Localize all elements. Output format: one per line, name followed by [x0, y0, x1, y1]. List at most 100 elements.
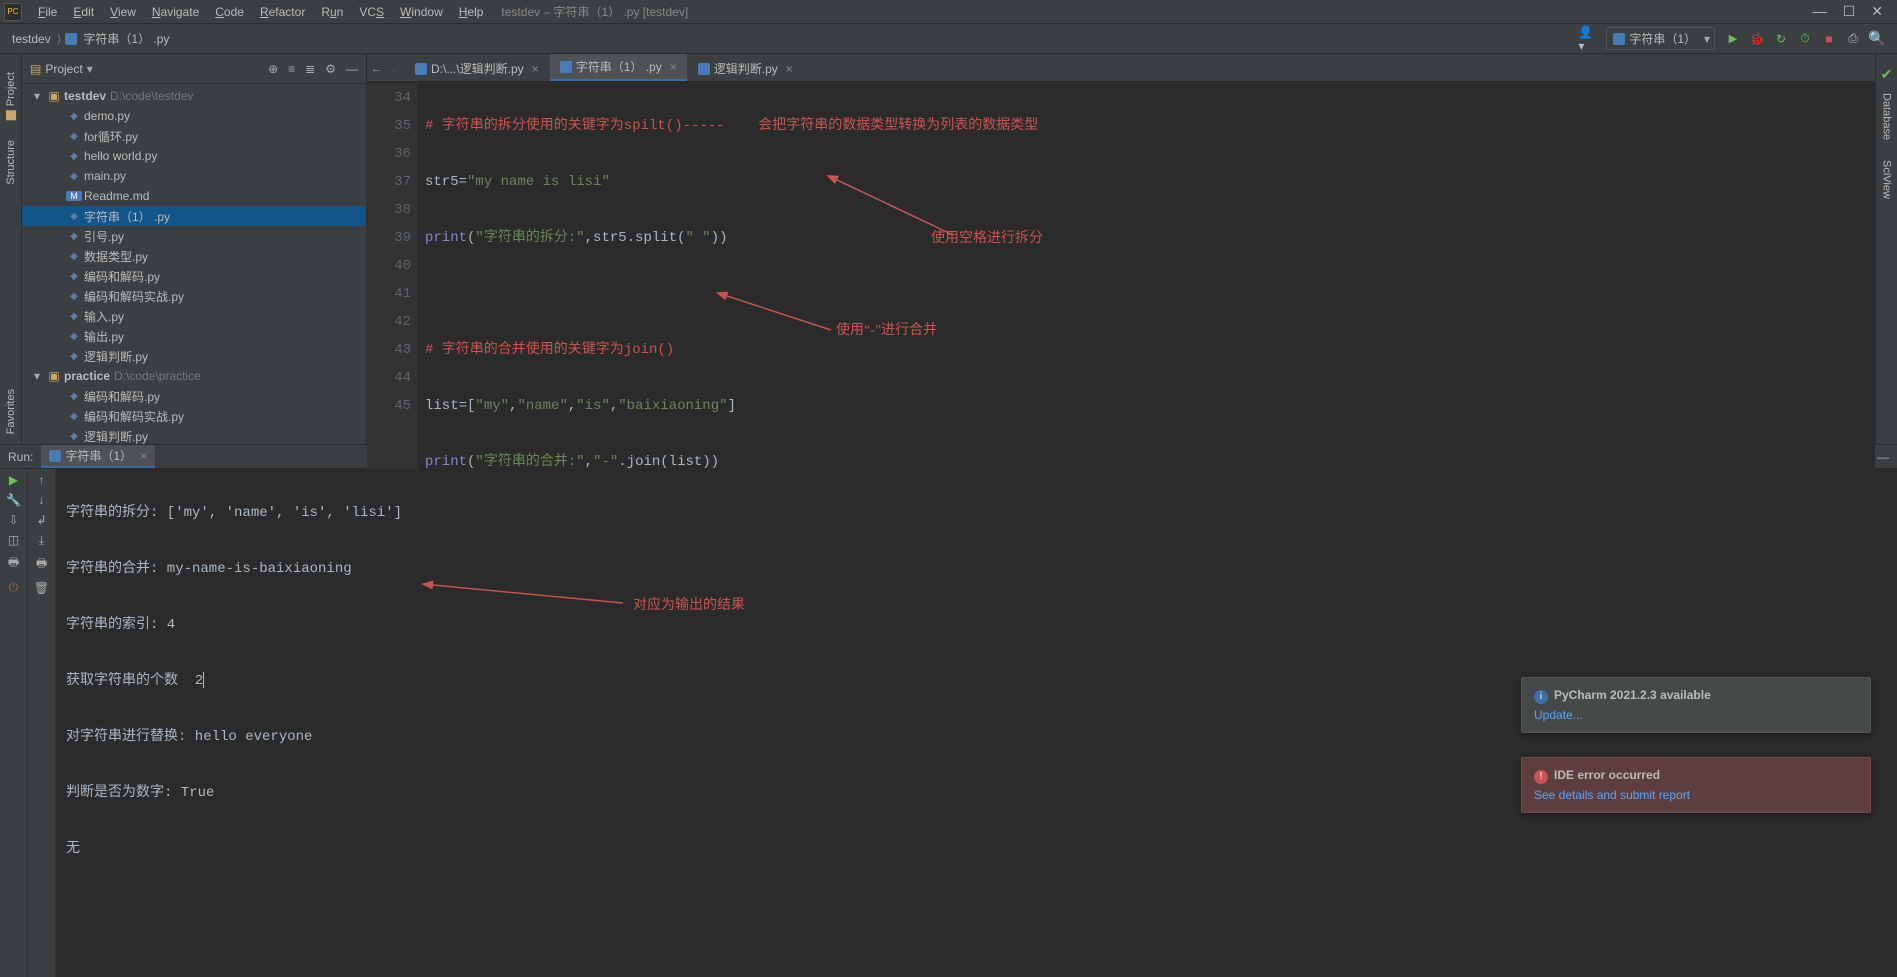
menu-help[interactable]: Help	[451, 3, 492, 21]
inspection-ok-icon[interactable]: ✔	[1881, 66, 1893, 83]
menu-window[interactable]: Window	[392, 3, 451, 21]
notification-error[interactable]: !IDE error occurred See details and subm…	[1521, 757, 1871, 813]
tree-file[interactable]: ◆引号.py	[22, 226, 366, 246]
stop-icon[interactable]: ⏻	[9, 580, 19, 595]
down-arrow-icon[interactable]: ↓	[39, 493, 45, 507]
run-toolbar: ▶ 🔧 ⇩ ◫ 🖶 ⏻	[0, 469, 28, 977]
expand-icon[interactable]: ≡	[288, 62, 295, 76]
profile-button[interactable]: ⏱	[1795, 29, 1815, 49]
close-tab-icon[interactable]: ×	[786, 62, 793, 76]
side-tab-structure[interactable]: Structure	[5, 140, 17, 185]
up-arrow-icon[interactable]: ↑	[39, 473, 45, 487]
next-tab-icon[interactable]: →	[388, 63, 399, 75]
close-tab-icon[interactable]: ×	[532, 62, 539, 76]
tree-file[interactable]: ◆输出.py	[22, 326, 366, 346]
close-tab-icon[interactable]: ×	[670, 60, 677, 74]
tree-root-testdev[interactable]: ▾ ▣ testdevD:\code\testdev	[22, 86, 366, 106]
python-file-icon: ◆	[66, 231, 82, 242]
run-button[interactable]: ▶	[1723, 29, 1743, 49]
app-logo: PC	[4, 3, 22, 21]
close-tab-icon[interactable]: ×	[140, 449, 147, 463]
tree-file[interactable]: ◆编码和解码实战.py	[22, 286, 366, 306]
navigation-bar: testdev ⟩ 字符串（1） .py 👤▾ 字符串（1） ▶ 🐞 ↻ ⏱ ■…	[0, 24, 1897, 54]
attach-button[interactable]: ■	[1819, 29, 1839, 49]
folder-icon: ▣	[46, 89, 62, 103]
rerun-icon[interactable]: ▶	[9, 473, 18, 487]
print-icon[interactable]: 🖶	[8, 553, 19, 574]
folder-icon: ▣	[46, 369, 62, 383]
menu-refactor[interactable]: Refactor	[252, 3, 313, 21]
menu-run[interactable]: Run	[313, 3, 351, 21]
side-tab-favorites[interactable]: Favorites	[5, 389, 17, 434]
tree-file-active[interactable]: ◆字符串（1） .py	[22, 206, 366, 226]
left-tool-stripe: Project Structure Favorites	[0, 54, 22, 444]
run-config-dropdown[interactable]: 字符串（1）	[1606, 27, 1715, 50]
tree-file[interactable]: ◆数据类型.py	[22, 246, 366, 266]
side-tab-project[interactable]: Project	[5, 72, 17, 120]
coverage-button[interactable]: ↻	[1771, 29, 1791, 49]
down-icon[interactable]: ⇩	[8, 513, 18, 527]
tree-file[interactable]: ◆编码和解码.py	[22, 386, 366, 406]
side-tab-sciview[interactable]: SciView	[1881, 160, 1893, 199]
menu-code[interactable]: Code	[207, 3, 252, 21]
console-line: 无	[66, 835, 1887, 863]
editor-tab-active[interactable]: 字符串（1） .py×	[550, 54, 687, 81]
expand-arrow-icon[interactable]: ▾	[34, 89, 46, 103]
tree-file[interactable]: ◆编码和解码.py	[22, 266, 366, 286]
layout-icon[interactable]: ◫	[8, 533, 19, 547]
tree-file[interactable]: ◆编码和解码实战.py	[22, 406, 366, 426]
python-file-icon: ◆	[66, 271, 82, 282]
notification-update[interactable]: iPyCharm 2021.2.3 available Update...	[1521, 677, 1871, 733]
python-file-icon: ◆	[66, 411, 82, 422]
close-button[interactable]: ✕	[1871, 3, 1883, 20]
user-icon[interactable]: 👤▾	[1578, 29, 1598, 49]
tree-root-practice[interactable]: ▾ ▣ practiceD:\code\practice	[22, 366, 366, 386]
git-button[interactable]: ⎙	[1843, 29, 1863, 49]
locate-icon[interactable]: ⊕	[268, 62, 278, 76]
hide-panel-icon[interactable]: —	[1877, 450, 1889, 464]
maximize-button[interactable]: ☐	[1843, 3, 1856, 20]
project-tree[interactable]: ▾ ▣ testdevD:\code\testdev ◆demo.py ◆for…	[22, 84, 366, 444]
tree-file[interactable]: ◆demo.py	[22, 106, 366, 126]
tree-file[interactable]: ◆hello world.py	[22, 146, 366, 166]
menubar: PC File Edit View Navigate Code Refactor…	[0, 0, 1897, 24]
wrench-icon[interactable]: 🔧	[6, 493, 21, 507]
python-file-icon	[65, 33, 77, 45]
menu-view[interactable]: View	[102, 3, 144, 21]
trash-icon[interactable]: 🗑	[34, 581, 49, 595]
collapse-icon[interactable]: ≣	[305, 62, 315, 76]
console-line: 字符串的合并: my-name-is-baixiaoning	[66, 555, 1887, 583]
menu-file[interactable]: File	[30, 3, 65, 21]
menu-navigate[interactable]: Navigate	[144, 3, 207, 21]
settings-icon[interactable]: ⚙	[325, 62, 336, 76]
editor-tab[interactable]: 逻辑判断.py×	[688, 56, 803, 81]
side-tab-database[interactable]: Database	[1881, 93, 1893, 140]
tree-file[interactable]: ◆逻辑判断.py	[22, 426, 366, 444]
hide-panel-icon[interactable]: —	[346, 62, 358, 76]
dropdown-arrow-icon[interactable]: ▾	[87, 62, 93, 76]
menu-edit[interactable]: Edit	[65, 3, 102, 21]
breadcrumb-project[interactable]: testdev	[8, 30, 55, 48]
tree-file[interactable]: ◆逻辑判断.py	[22, 346, 366, 366]
tree-file[interactable]: ◆main.py	[22, 166, 366, 186]
error-report-link[interactable]: See details and submit report	[1534, 788, 1858, 802]
prev-tab-icon[interactable]: ←	[371, 63, 382, 75]
minimize-button[interactable]: —	[1813, 3, 1827, 20]
print-icon[interactable]: 🖶	[36, 554, 47, 575]
update-link[interactable]: Update...	[1534, 708, 1858, 722]
tree-file[interactable]: ◆for循环.py	[22, 126, 366, 146]
scroll-end-icon[interactable]: ⤓	[39, 533, 44, 548]
soft-wrap-icon[interactable]: ↲	[36, 513, 46, 527]
search-everywhere-button[interactable]: 🔍	[1867, 29, 1887, 49]
menu-vcs[interactable]: VCS	[351, 3, 392, 21]
python-file-icon	[415, 63, 427, 75]
tree-file[interactable]: MReadme.md	[22, 186, 366, 206]
debug-button[interactable]: 🐞	[1747, 29, 1767, 49]
project-panel-title: Project	[45, 62, 82, 76]
run-tab[interactable]: 字符串（1） ×	[41, 445, 155, 468]
breadcrumb-file[interactable]: 字符串（1） .py	[79, 28, 173, 49]
expand-arrow-icon[interactable]: ▾	[34, 369, 46, 383]
editor-tab[interactable]: D:\...\逻辑判断.py×	[405, 56, 549, 81]
tree-file[interactable]: ◆输入.py	[22, 306, 366, 326]
right-tool-stripe: ✔ Database SciView	[1875, 54, 1897, 444]
